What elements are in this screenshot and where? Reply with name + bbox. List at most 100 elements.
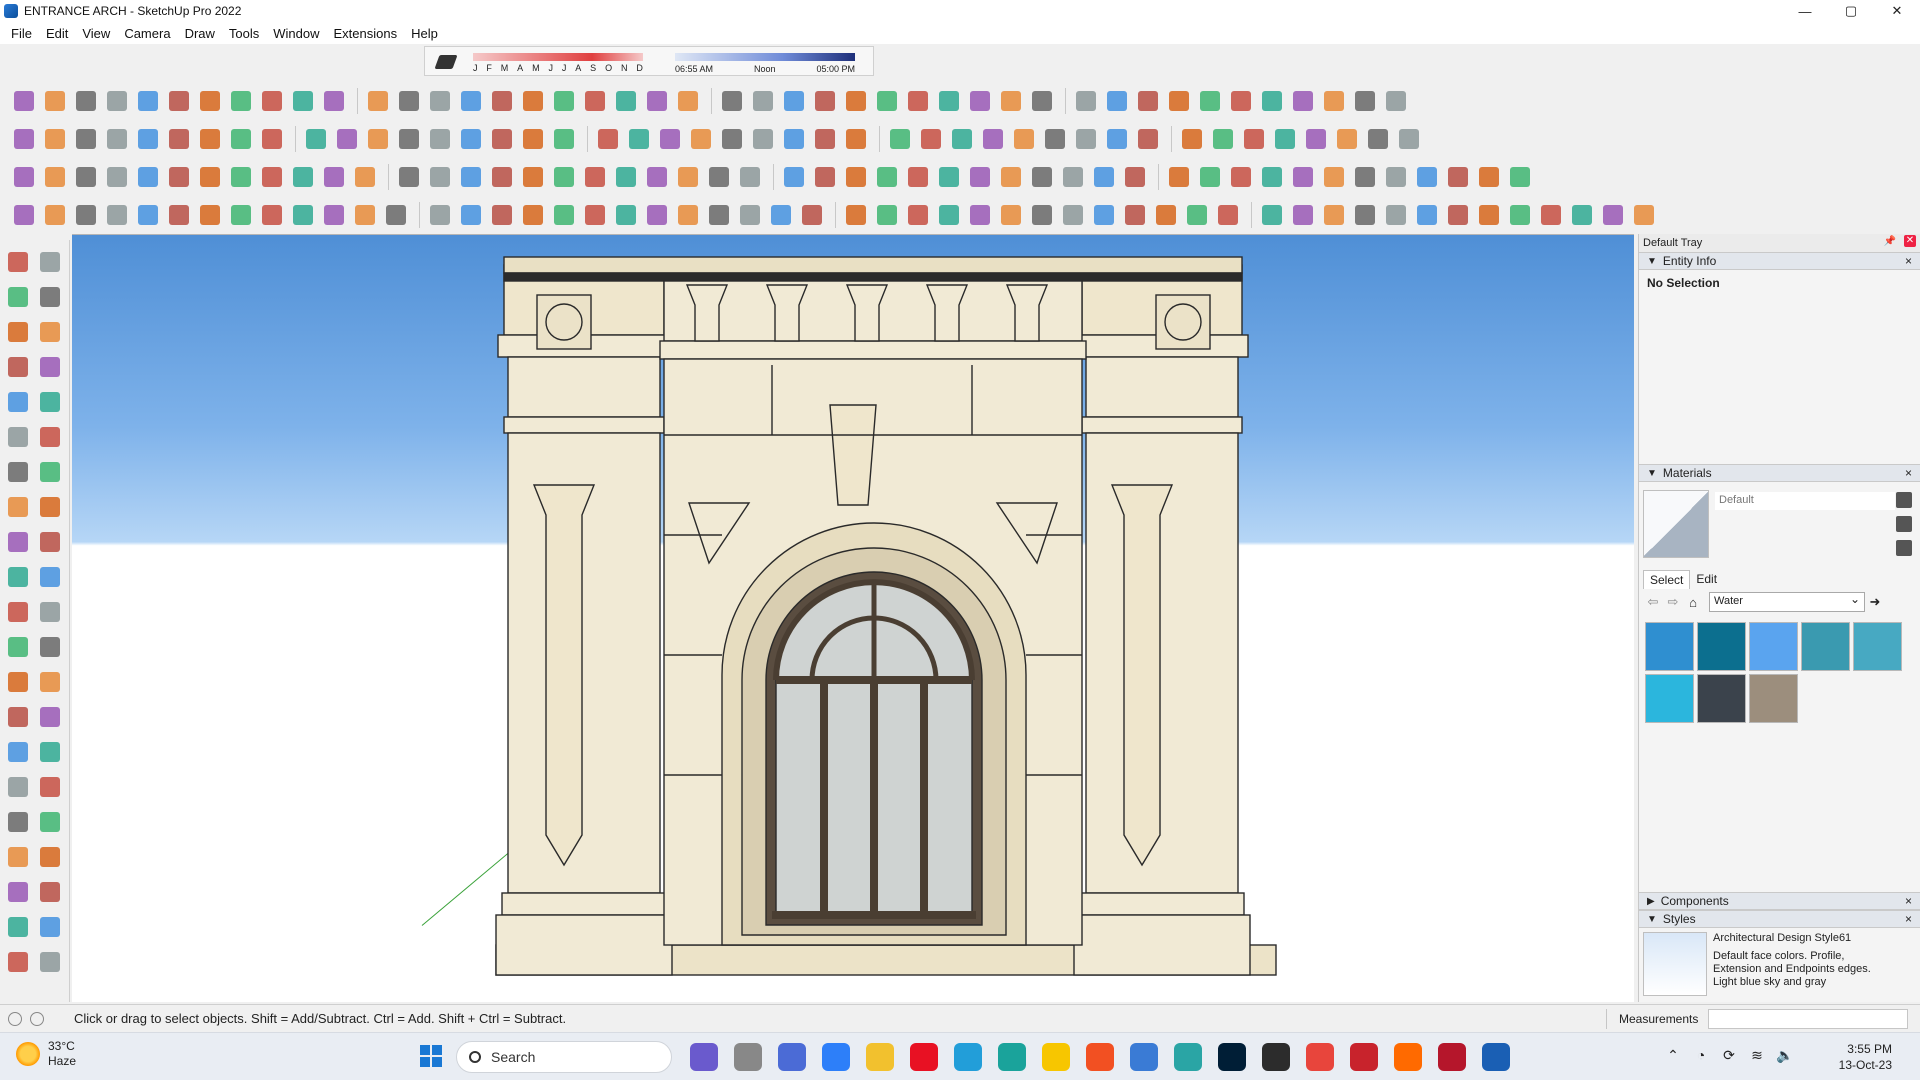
panel-close-icon[interactable]: × <box>1905 254 1912 268</box>
tool-button-icon[interactable] <box>705 201 733 229</box>
tool-button-icon[interactable] <box>289 87 317 115</box>
tool-button-icon[interactable] <box>979 125 1007 153</box>
tool-button-icon[interactable] <box>904 201 932 229</box>
tool-button-icon[interactable] <box>426 87 454 115</box>
tool-button-icon[interactable] <box>997 201 1025 229</box>
tool-button-icon[interactable] <box>1090 163 1118 191</box>
tool-button-icon[interactable] <box>457 201 485 229</box>
tool-button-icon[interactable] <box>333 125 361 153</box>
tool-button-icon[interactable] <box>550 163 578 191</box>
tool-button-icon[interactable] <box>625 125 653 153</box>
tool-button-icon[interactable] <box>1382 87 1410 115</box>
tool-button-icon[interactable] <box>4 458 32 486</box>
tool-button-icon[interactable] <box>36 318 64 346</box>
tool-button-icon[interactable] <box>997 87 1025 115</box>
tool-button-icon[interactable] <box>1090 201 1118 229</box>
tool-button-icon[interactable] <box>873 201 901 229</box>
materials-header[interactable]: ▼ Materials × <box>1639 464 1920 482</box>
tool-button-icon[interactable] <box>811 163 839 191</box>
menu-window[interactable]: Window <box>266 26 326 41</box>
tool-button-icon[interactable] <box>674 87 702 115</box>
tool-button-icon[interactable] <box>4 703 32 731</box>
tool-button-icon[interactable] <box>320 163 348 191</box>
tool-button-icon[interactable] <box>842 125 870 153</box>
taskbar-app-icon[interactable] <box>1086 1043 1114 1071</box>
tool-button-icon[interactable] <box>643 201 671 229</box>
tool-button-icon[interactable] <box>382 201 410 229</box>
menu-draw[interactable]: Draw <box>178 26 222 41</box>
tool-button-icon[interactable] <box>966 163 994 191</box>
tool-button-icon[interactable] <box>165 201 193 229</box>
shadow-toggle-icon[interactable] <box>434 55 458 69</box>
taskbar-app-icon[interactable] <box>866 1043 894 1071</box>
tool-button-icon[interactable] <box>41 125 69 153</box>
tool-button-icon[interactable] <box>798 201 826 229</box>
taskbar-clock[interactable]: 3:55 PM 13-Oct-23 <box>1812 1041 1892 1073</box>
material-library-dropdown[interactable]: Water <box>1709 592 1865 612</box>
material-swatch[interactable] <box>1801 622 1850 671</box>
components-header[interactable]: ▶ Components × <box>1639 892 1920 910</box>
tool-button-icon[interactable] <box>395 87 423 115</box>
tool-button-icon[interactable] <box>1444 163 1472 191</box>
tool-button-icon[interactable] <box>36 808 64 836</box>
minimize-button[interactable]: — <box>1782 0 1828 22</box>
tool-button-icon[interactable] <box>36 493 64 521</box>
tool-button-icon[interactable] <box>4 913 32 941</box>
forward-arrow-icon[interactable]: ⇨ <box>1663 594 1683 610</box>
tool-button-icon[interactable] <box>519 125 547 153</box>
tool-button-icon[interactable] <box>1395 125 1423 153</box>
taskbar-app-icon[interactable] <box>1306 1043 1334 1071</box>
tool-button-icon[interactable] <box>1209 125 1237 153</box>
tool-button-icon[interactable] <box>519 163 547 191</box>
material-swatch[interactable] <box>1645 622 1694 671</box>
material-swatch[interactable] <box>1697 622 1746 671</box>
menu-camera[interactable]: Camera <box>117 26 177 41</box>
menu-extensions[interactable]: Extensions <box>327 26 405 41</box>
tool-button-icon[interactable] <box>134 201 162 229</box>
taskbar-app-icon[interactable] <box>998 1043 1026 1071</box>
tab-select[interactable]: Select <box>1643 570 1691 589</box>
tool-button-icon[interactable] <box>1028 201 1056 229</box>
tool-button-icon[interactable] <box>886 125 914 153</box>
taskbar-app-icon[interactable] <box>910 1043 938 1071</box>
time-slider[interactable]: 06:55 AM Noon 05:00 PM <box>675 51 855 75</box>
tool-button-icon[interactable] <box>36 633 64 661</box>
tool-button-icon[interactable] <box>1351 201 1379 229</box>
tool-button-icon[interactable] <box>873 87 901 115</box>
tool-button-icon[interactable] <box>72 87 100 115</box>
tool-button-icon[interactable] <box>519 87 547 115</box>
tool-button-icon[interactable] <box>10 125 38 153</box>
tool-button-icon[interactable] <box>1351 87 1379 115</box>
menu-view[interactable]: View <box>75 26 117 41</box>
material-swatch[interactable] <box>1645 674 1694 723</box>
tool-button-icon[interactable] <box>1214 201 1242 229</box>
tool-button-icon[interactable] <box>1183 201 1211 229</box>
tool-button-icon[interactable] <box>1289 201 1317 229</box>
tool-button-icon[interactable] <box>41 163 69 191</box>
tool-button-icon[interactable] <box>36 703 64 731</box>
tool-button-icon[interactable] <box>842 87 870 115</box>
tool-button-icon[interactable] <box>1413 163 1441 191</box>
tool-button-icon[interactable] <box>581 201 609 229</box>
tool-button-icon[interactable] <box>550 201 578 229</box>
material-swatch[interactable] <box>1749 622 1798 671</box>
tool-button-icon[interactable] <box>1059 201 1087 229</box>
tool-button-icon[interactable] <box>196 201 224 229</box>
tool-button-icon[interactable] <box>687 125 715 153</box>
tool-button-icon[interactable] <box>550 125 578 153</box>
tool-button-icon[interactable] <box>1041 125 1069 153</box>
tool-button-icon[interactable] <box>749 125 777 153</box>
tool-button-icon[interactable] <box>320 201 348 229</box>
tool-button-icon[interactable] <box>1333 125 1361 153</box>
sync-icon[interactable]: ⟳ <box>1720 1047 1738 1065</box>
close-button[interactable]: ✕ <box>1874 0 1920 22</box>
tool-button-icon[interactable] <box>488 163 516 191</box>
tool-button-icon[interactable] <box>72 201 100 229</box>
tool-button-icon[interactable] <box>612 163 640 191</box>
back-arrow-icon[interactable]: ⇦ <box>1643 594 1663 610</box>
tool-button-icon[interactable] <box>1010 125 1038 153</box>
tool-button-icon[interactable] <box>1072 125 1100 153</box>
tool-button-icon[interactable] <box>966 201 994 229</box>
tool-button-icon[interactable] <box>289 201 317 229</box>
tool-button-icon[interactable] <box>1320 163 1348 191</box>
